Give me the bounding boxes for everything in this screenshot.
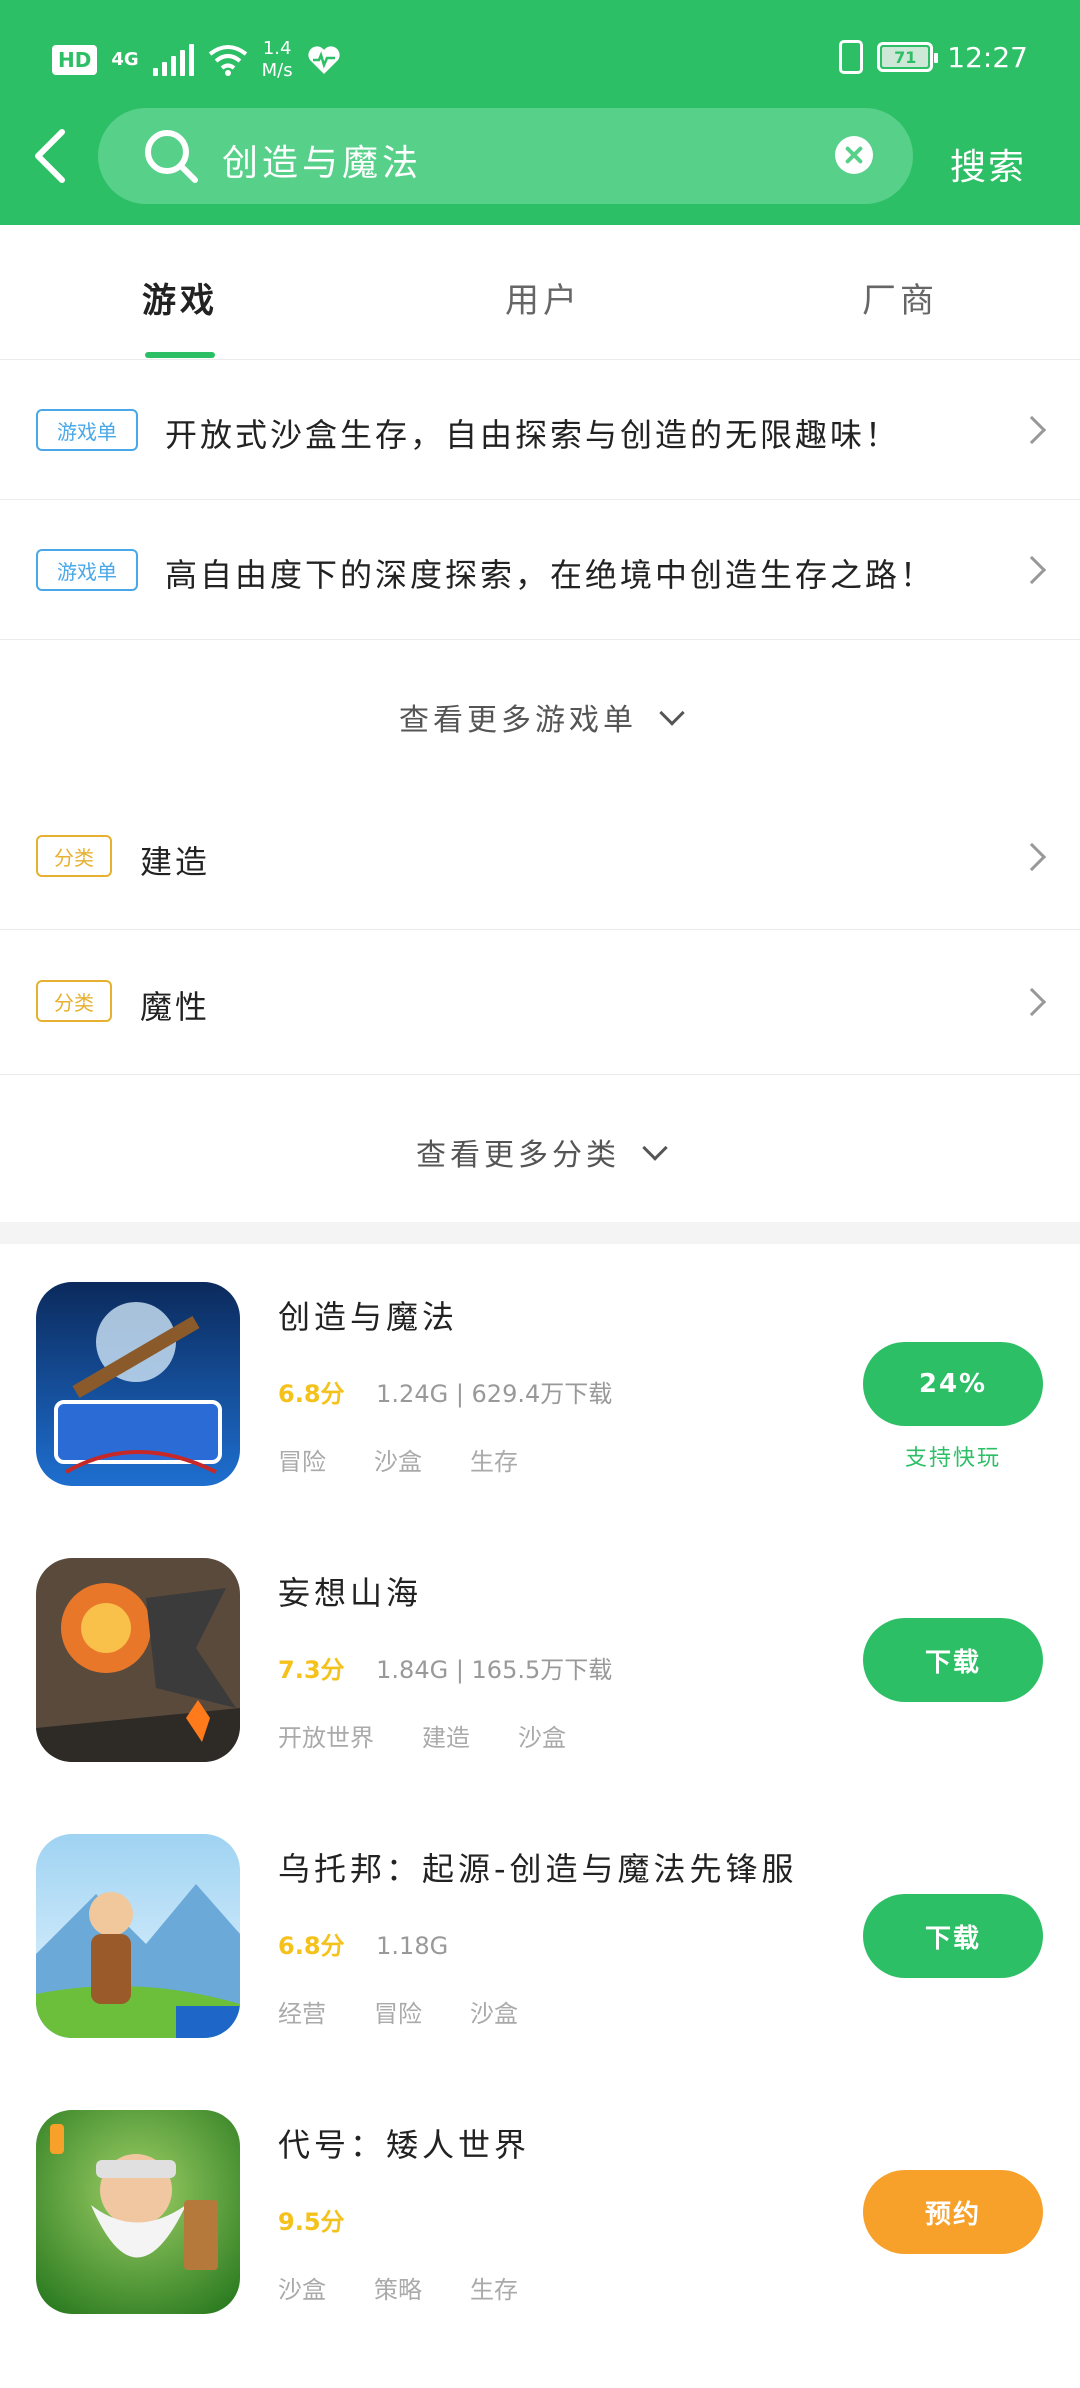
game-size-downloads: 1.84G | 165.5万下载 [376, 1656, 613, 1684]
battery-icon: 71 [877, 42, 939, 72]
game-tag: 冒险 [374, 2000, 422, 2028]
game-tags: 经营 冒险 沙盒 [278, 1994, 518, 2029]
dragon-game-icon[interactable] [36, 1558, 240, 1762]
game-meta: 6.8分 1.18G [278, 1926, 448, 1961]
game-tag: 建造 [422, 1724, 470, 1752]
chevron-right-icon [1017, 842, 1047, 872]
status-bar: HD 4G 1.4 M/s 71 12:27 [0, 0, 1080, 110]
network-label: 4G [111, 49, 139, 70]
category-row[interactable]: 分类 建造 [0, 785, 1080, 930]
game-size-downloads: 1.24G | 629.4万下载 [376, 1380, 613, 1408]
clock: 12:27 [947, 40, 1028, 74]
tab-vendors[interactable]: 厂商 [862, 273, 938, 322]
chevron-right-icon [1017, 415, 1047, 445]
creation-magic-game-icon[interactable] [36, 1282, 240, 1486]
category-tag: 分类 [36, 835, 112, 877]
game-list-tag: 游戏单 [36, 409, 138, 451]
game-item[interactable]: 妄想山海 7.3分 1.84G | 165.5万下载 开放世界 建造 沙盒 下载 [0, 1558, 1080, 1834]
game-tag: 经营 [278, 2000, 326, 2028]
game-tag: 沙盒 [278, 2276, 326, 2304]
tab-games[interactable]: 游戏 [142, 273, 218, 322]
game-tag: 生存 [470, 1448, 518, 1476]
chevron-down-icon [659, 700, 685, 726]
vibrate-icon [839, 40, 864, 74]
wifi-icon [208, 45, 247, 76]
back-arrow-icon[interactable] [30, 128, 70, 184]
game-list-row[interactable]: 游戏单 开放式沙盒生存，自由探索与创造的无限趣味！ [0, 360, 1080, 500]
more-categories-button[interactable]: 查看更多分类 [0, 1130, 1080, 1174]
game-name[interactable]: 创造与魔法 [278, 1292, 458, 1338]
quick-play-label: 支持快玩 [904, 1446, 1001, 1471]
game-tags: 冒险 沙盒 生存 [278, 1442, 518, 1477]
more-game-lists-button[interactable]: 查看更多游戏单 [0, 695, 1080, 739]
game-tag: 策略 [374, 2276, 422, 2304]
game-tag: 沙盒 [470, 2000, 518, 2028]
game-score: 6.8分 [278, 1932, 345, 1960]
category-tag: 分类 [36, 980, 112, 1022]
game-item[interactable]: 创造与魔法 6.8分 1.24G | 629.4万下载 冒险 沙盒 生存 24%… [0, 1282, 1080, 1558]
category-title: 魔性 [140, 988, 211, 1026]
search-icon [145, 130, 198, 183]
active-tab-indicator [145, 352, 215, 358]
network-speed: 1.4 M/s [261, 38, 293, 81]
download-button[interactable]: 下载 [863, 1894, 1043, 1978]
chevron-right-icon [1017, 987, 1047, 1017]
game-item[interactable]: 代号：矮人世界 9.5分 沙盒 策略 生存 预约 [0, 2110, 1080, 2386]
download-button[interactable]: 下载 [863, 1618, 1043, 1702]
reserve-button[interactable]: 预约 [863, 2170, 1043, 2254]
utopia-game-icon[interactable] [36, 1834, 240, 2038]
category-title: 建造 [140, 843, 211, 881]
search-query[interactable]: 创造与魔法 [222, 134, 422, 186]
app-header: HD 4G 1.4 M/s 71 12:27 创造与魔法 搜索 [0, 0, 1080, 225]
result-tabs: 游戏 用户 厂商 [0, 225, 1080, 360]
section-divider [0, 1222, 1080, 1244]
search-input[interactable]: 创造与魔法 [98, 108, 913, 204]
game-tag: 冒险 [278, 1448, 326, 1476]
category-row[interactable]: 分类 魔性 [0, 930, 1080, 1075]
game-tag: 生存 [470, 2276, 518, 2304]
game-tag: 开放世界 [278, 1724, 374, 1752]
dwarf-game-icon[interactable] [36, 2110, 240, 2314]
game-list-title: 高自由度下的深度探索，在绝境中创造生存之路！ [165, 556, 936, 594]
game-name[interactable]: 妄想山海 [278, 1568, 422, 1614]
game-item[interactable]: 乌托邦：起源-创造与魔法先锋服 6.8分 1.18G 经营 冒险 沙盒 下载 [0, 1834, 1080, 2110]
game-tags: 沙盒 策略 生存 [278, 2270, 518, 2305]
game-meta: 7.3分 1.84G | 165.5万下载 [278, 1650, 612, 1685]
game-list-title: 开放式沙盒生存，自由探索与创造的无限趣味！ [165, 416, 901, 454]
tab-users[interactable]: 用户 [505, 273, 581, 322]
clear-search-icon[interactable] [835, 136, 873, 174]
game-score: 9.5分 [278, 2208, 345, 2236]
health-heart-icon [308, 46, 340, 74]
game-tags: 开放世界 建造 沙盒 [278, 1718, 566, 1753]
game-name[interactable]: 代号：矮人世界 [278, 2120, 530, 2166]
game-tag: 沙盒 [518, 1724, 566, 1752]
game-meta: 6.8分 1.24G | 629.4万下载 [278, 1374, 612, 1409]
game-list-tag: 游戏单 [36, 549, 138, 591]
game-list-row[interactable]: 游戏单 高自由度下的深度探索，在绝境中创造生存之路！ [0, 500, 1080, 640]
game-score: 7.3分 [278, 1656, 345, 1684]
game-tag: 沙盒 [374, 1448, 422, 1476]
signal-icon [152, 44, 194, 76]
game-name[interactable]: 乌托邦：起源-创造与魔法先锋服 [278, 1844, 798, 1890]
game-size-downloads: 1.18G [376, 1932, 449, 1960]
hd-badge: HD [52, 45, 98, 75]
chevron-down-icon [642, 1135, 668, 1161]
game-score: 6.8分 [278, 1380, 345, 1408]
download-progress-button[interactable]: 24% [863, 1342, 1043, 1426]
game-meta: 9.5分 [278, 2202, 369, 2237]
chevron-right-icon [1017, 555, 1047, 585]
search-button[interactable]: 搜索 [950, 138, 1026, 190]
